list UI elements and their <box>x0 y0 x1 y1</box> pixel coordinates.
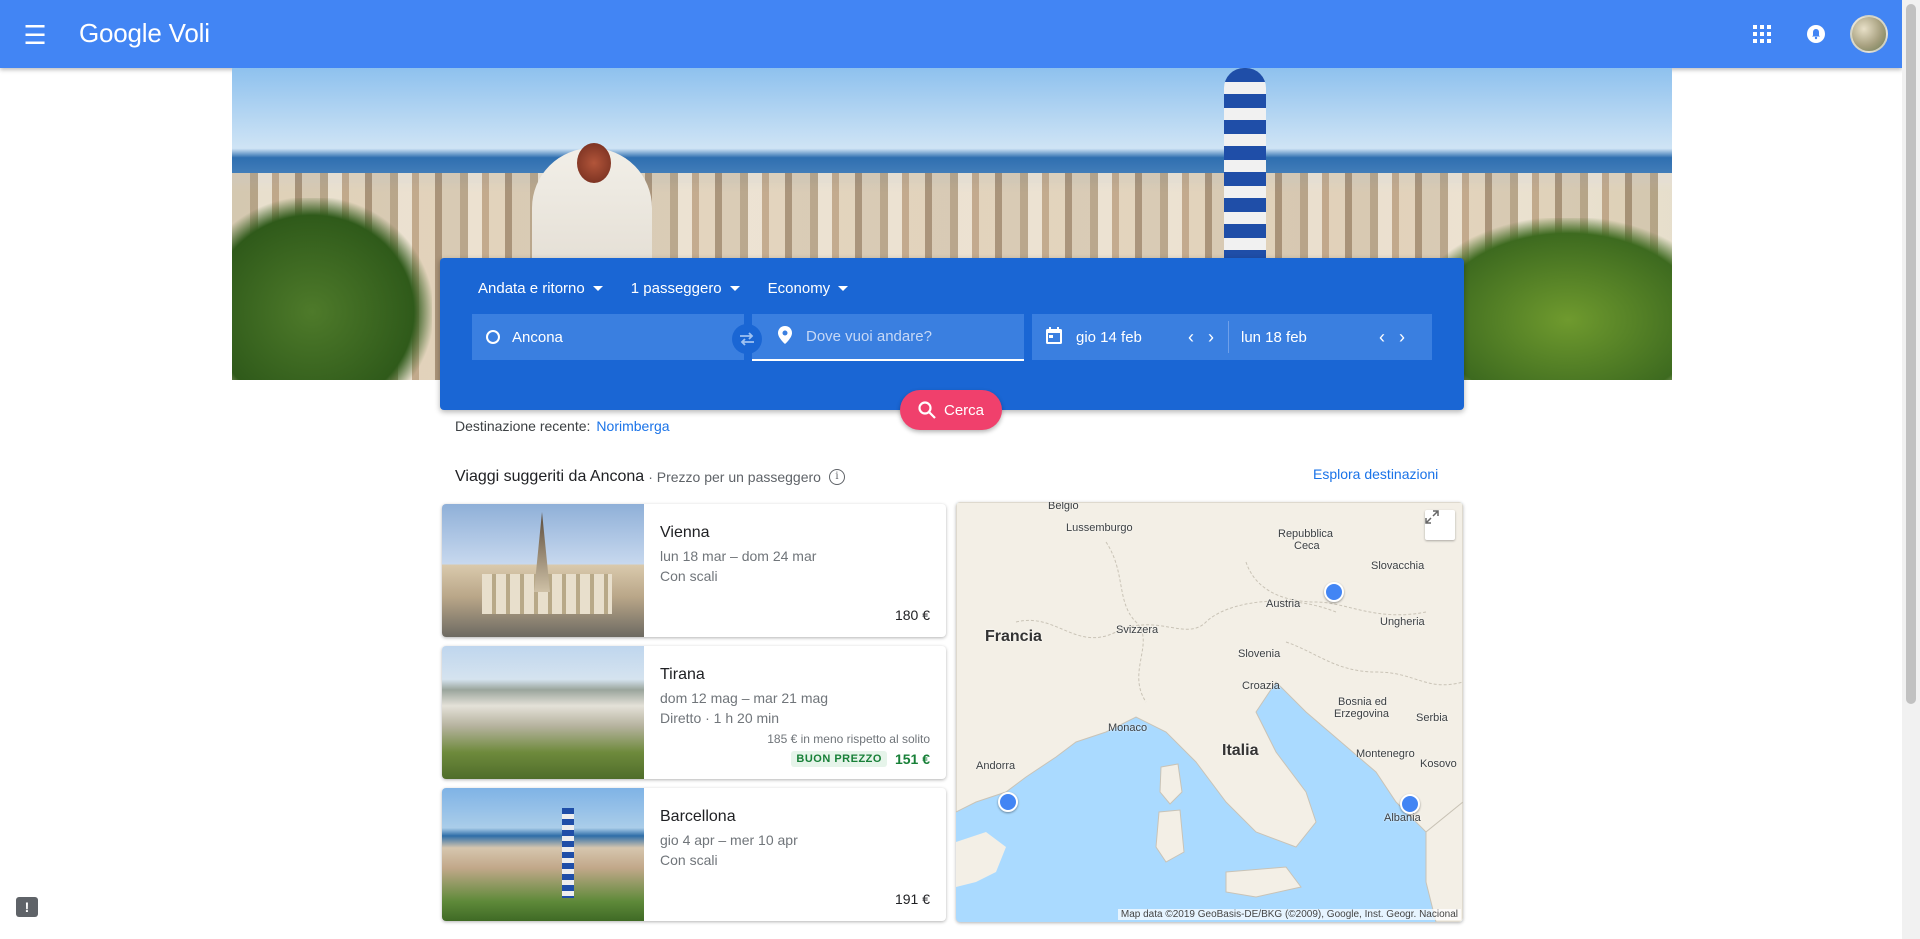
destination-city: Tirana <box>660 666 705 683</box>
origin-circle-icon <box>486 330 500 344</box>
map-marker-vienna[interactable] <box>1324 582 1344 602</box>
chevron-right-icon[interactable]: › <box>1208 327 1214 348</box>
cabin-class-label: Economy <box>767 280 831 297</box>
map-label: Monaco <box>1108 722 1148 734</box>
location-pin-icon <box>778 325 792 348</box>
top-bar-actions <box>1742 14 1888 54</box>
expand-icon[interactable] <box>1425 510 1455 540</box>
apps-icon[interactable] <box>1742 14 1782 54</box>
recent-destination-label: Destinazione recente: <box>455 418 591 434</box>
map-label: Repubblica <box>1278 528 1334 540</box>
passengers-dropdown[interactable]: 1 passeggero <box>631 280 740 297</box>
good-price-badge: BUON PREZZO <box>791 751 887 767</box>
trip-dates: gio 4 apr – mer 10 apr <box>660 832 798 848</box>
notifications-icon[interactable] <box>1796 14 1836 54</box>
avatar[interactable] <box>1850 15 1888 53</box>
chevron-left-icon[interactable]: ‹ <box>1188 327 1194 348</box>
map-label: Belgio <box>1048 502 1079 512</box>
price-saving-note: 185 € in meno rispetto al solito <box>767 732 930 746</box>
flight-search-panel: Andata e ritorno 1 passeggero Economy An… <box>440 258 1464 410</box>
calendar-icon <box>1046 326 1062 348</box>
destination-field[interactable]: Dove vuoi andare? <box>752 314 1024 361</box>
destination-city: Vienna <box>660 524 710 541</box>
trip-dates: dom 12 mag – mar 21 mag <box>660 690 829 706</box>
map-label: Ceca <box>1294 540 1320 552</box>
trip-price: 180 € <box>894 607 930 623</box>
depart-date-field[interactable]: gio 14 feb ‹ › <box>1032 314 1228 360</box>
map-label: Svizzera <box>1116 624 1159 636</box>
chevron-down-icon <box>838 286 849 291</box>
origin-value: Ancona <box>512 328 563 346</box>
destination-placeholder: Dove vuoi andare? <box>806 328 932 345</box>
suggestions-subtitle: · Prezzo per un passeggero <box>648 469 821 485</box>
destination-city: Barcellona <box>660 808 736 825</box>
menu-icon[interactable]: ☰ <box>20 20 50 50</box>
destination-image <box>442 646 644 779</box>
trip-price: 191 € <box>894 891 930 907</box>
app-title[interactable]: Google Voli <box>79 18 210 49</box>
map-label: Croazia <box>1242 680 1280 692</box>
recent-destination: Destinazione recente: Norimberga <box>455 418 670 434</box>
destination-image <box>442 504 644 637</box>
trip-dates: lun 18 mar – dom 24 mar <box>660 548 817 564</box>
map-label: Serbia <box>1416 712 1448 724</box>
map-label: Albania <box>1384 812 1421 824</box>
search-icon <box>918 401 936 419</box>
suggestions-title: Viaggi suggeriti da Ancona <box>455 468 645 485</box>
suggestions-header: Viaggi suggeriti da Ancona · Prezzo per … <box>455 468 845 486</box>
map-label: Ungheria <box>1380 616 1425 628</box>
trip-type-label: Andata e ritorno <box>478 280 585 297</box>
map-label: Francia <box>985 628 1042 645</box>
cabin-class-dropdown[interactable]: Economy <box>768 280 849 297</box>
return-date-field[interactable]: lun 18 feb ‹ › <box>1229 314 1405 360</box>
map-label: Erzegovina <box>1334 708 1390 720</box>
top-app-bar: ☰ Google Voli <box>0 0 1902 68</box>
trip-stops: Con scali <box>660 852 718 868</box>
map-label: Lussemburgo <box>1066 522 1133 534</box>
search-button[interactable]: Cerca <box>900 390 1002 430</box>
deal-row: BUON PREZZO 151 € <box>791 751 930 767</box>
chevron-right-icon[interactable]: › <box>1399 327 1405 348</box>
origin-field[interactable]: Ancona <box>472 314 744 360</box>
map-label: Austria <box>1266 598 1301 610</box>
info-icon[interactable]: i <box>828 469 845 485</box>
map-label: Montenegro <box>1356 748 1415 760</box>
map-attribution: Map data ©2019 GeoBasis-DE/BKG (©2009), … <box>1117 909 1461 920</box>
trip-stops: Con scali <box>660 568 718 584</box>
scrollbar-thumb[interactable] <box>1906 4 1916 704</box>
map-label: Slovenia <box>1238 648 1281 660</box>
trip-stops: Diretto · 1 h 20 min <box>660 710 780 726</box>
passengers-label: 1 passeggero <box>630 280 722 297</box>
feedback-icon[interactable]: ! <box>16 897 38 917</box>
trip-price: 151 € <box>894 751 930 767</box>
map-label: Slovacchia <box>1371 560 1425 572</box>
suggestion-card-barcellona[interactable]: Barcellona gio 4 apr – mer 10 apr Con sc… <box>442 788 946 921</box>
map-label: Kosovo <box>1420 758 1457 770</box>
map-label: Andorra <box>976 760 1016 772</box>
trip-type-dropdown[interactable]: Andata e ritorno <box>478 280 603 297</box>
chevron-down-icon <box>729 286 740 291</box>
page-scrollbar[interactable] <box>1902 0 1920 939</box>
chevron-down-icon <box>592 286 603 291</box>
map-label: Bosnia ed <box>1338 696 1387 708</box>
search-options: Andata e ritorno 1 passeggero Economy <box>478 280 849 297</box>
map-marker-tirana[interactable] <box>1400 794 1420 814</box>
chevron-left-icon[interactable]: ‹ <box>1379 327 1385 348</box>
explore-destinations-link[interactable]: Esplora destinazioni <box>1313 466 1438 482</box>
return-date-value: lun 18 feb <box>1241 328 1307 346</box>
map-marker-barcellona[interactable] <box>998 792 1018 812</box>
recent-destination-link[interactable]: Norimberga <box>596 418 669 434</box>
depart-date-value: gio 14 feb <box>1076 328 1142 346</box>
destination-image <box>442 788 644 921</box>
suggestion-card-vienna[interactable]: Vienna lun 18 mar – dom 24 mar Con scali… <box>442 504 946 637</box>
search-button-label: Cerca <box>943 401 984 419</box>
suggestion-card-tirana[interactable]: Tirana dom 12 mag – mar 21 mag Diretto ·… <box>442 646 946 779</box>
destinations-map[interactable]: Belgio Lussemburgo Repubblica Ceca Slova… <box>956 502 1463 922</box>
swap-icon[interactable] <box>732 324 762 354</box>
dates-field: gio 14 feb ‹ › lun 18 feb ‹ › <box>1032 314 1432 360</box>
map-label: Italia <box>1222 742 1259 759</box>
